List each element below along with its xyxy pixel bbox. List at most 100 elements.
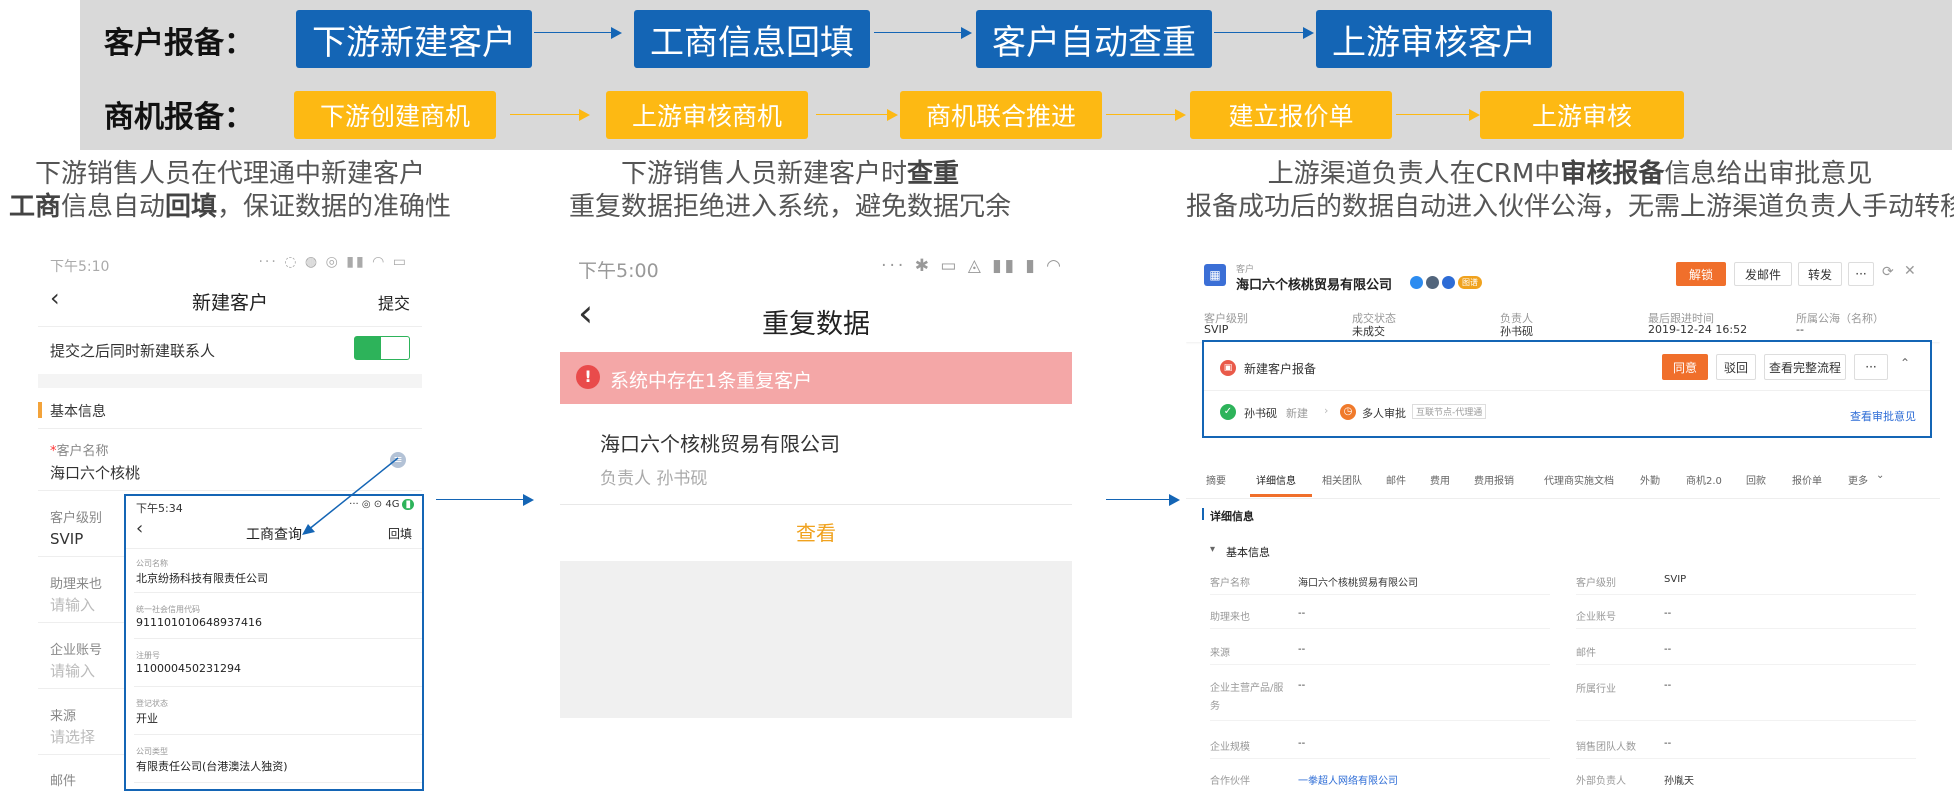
- info-label: 所属公海（名称）: [1796, 312, 1884, 325]
- level-value[interactable]: SVIP: [50, 530, 83, 548]
- tab-reimburse[interactable]: 费用报销: [1474, 472, 1514, 487]
- page-title: 重复数据: [762, 309, 870, 340]
- field-value: --: [1664, 644, 1672, 655]
- tab-agent-docs[interactable]: 代理商实施文档: [1544, 472, 1614, 487]
- duplicate-item[interactable]: 海口六个核桃贸易有限公司 负责人 孙书砚: [560, 404, 1072, 504]
- section-marker: [38, 402, 42, 418]
- tab-field[interactable]: 外勤: [1640, 472, 1660, 487]
- duplicate-alert: ! 系统中存在1条重复客户: [560, 352, 1072, 404]
- field-label: 外部负责人: [1576, 776, 1626, 787]
- chevron-down-icon[interactable]: ⌄: [1876, 470, 1884, 481]
- approval-box: ▣ 新建客户报备 同意 驳回 查看完整流程 ··· ⌃ ✓ 孙书砚 新建 › ◷…: [1202, 340, 1932, 438]
- step2-name: 多人审批: [1362, 407, 1406, 420]
- desc-col2: 下游销售人员新建客户时查重 重复数据拒绝进入系统，避免数据冗余: [560, 158, 1020, 224]
- reject-button[interactable]: 驳回: [1716, 354, 1756, 380]
- field-label: 登记状态: [136, 699, 168, 708]
- field-label: 公司类型: [136, 747, 168, 756]
- field-value: 开业: [136, 712, 158, 725]
- check-icon: ✓: [1220, 404, 1236, 420]
- field-label: 邮件: [1576, 648, 1596, 659]
- owner-name: 孙书砚: [656, 469, 708, 489]
- step-review-opportunity: 上游审核商机: [606, 91, 808, 139]
- field-label: 企业账号: [1576, 612, 1616, 623]
- assist-input[interactable]: 请输入: [50, 594, 95, 615]
- tab-payment[interactable]: 回款: [1746, 472, 1766, 487]
- more-button[interactable]: ···: [1848, 262, 1874, 286]
- partner-link[interactable]: 一拳超人网络有限公司: [1298, 772, 1398, 787]
- account-input[interactable]: 请输入: [50, 660, 95, 681]
- desc-col3: 上游渠道负责人在CRM中审核报备信息给出审批意见 报备成功后的数据自动进入伙伴公…: [1186, 158, 1954, 224]
- field-value: --: [1664, 738, 1672, 749]
- contact-toggle[interactable]: [354, 336, 410, 360]
- close-icon[interactable]: ✕: [1904, 263, 1916, 279]
- step-joint-advance: 商机联合推进: [900, 91, 1102, 139]
- view-opinion-link[interactable]: 查看审批意见: [1850, 408, 1916, 424]
- approval-icon: ▣: [1220, 360, 1236, 376]
- info-value: 未成交: [1352, 325, 1385, 338]
- field-label: 企业规模: [1210, 742, 1250, 753]
- connector-arrow: [1106, 494, 1180, 506]
- desc-col2-bold-b: 查重: [907, 159, 960, 189]
- field-label: 销售团队人数: [1576, 742, 1636, 753]
- name-value[interactable]: 海口六个核桃: [50, 462, 140, 483]
- tab-bar: 摘要 详细信息 相关团队 邮件 费用 费用报销 代理商实施文档 外勤 商机2.0…: [1186, 458, 1940, 499]
- tab-more[interactable]: 更多: [1848, 472, 1868, 487]
- collapse-triangle-icon[interactable]: ▾: [1210, 544, 1215, 555]
- basic-title: 基本信息: [1226, 546, 1270, 559]
- field-label: 所属行业: [1576, 684, 1616, 695]
- tab-quote[interactable]: 报价单: [1792, 472, 1822, 487]
- field-value: 孙胤天: [1664, 776, 1694, 787]
- step1-name: 孙书砚: [1244, 407, 1277, 420]
- view-flow-button[interactable]: 查看完整流程: [1764, 354, 1846, 380]
- desc-col3-line2: 报备成功后的数据自动进入伙伴公海，无需上游渠道负责人手动转移: [1186, 192, 1954, 222]
- desc-col2-text-a: 下游销售人员新建客户时: [620, 159, 907, 189]
- desc-col1-bold-a: 工商: [8, 192, 61, 222]
- approval-more-button[interactable]: ···: [1854, 354, 1888, 380]
- tab-details[interactable]: 详细信息: [1256, 472, 1296, 487]
- step-auto-dedup: 客户自动查重: [976, 10, 1212, 68]
- tab-summary[interactable]: 摘要: [1206, 472, 1226, 487]
- field-label: 统一社会信用代码: [136, 605, 200, 614]
- detail-marker: [1202, 508, 1204, 520]
- info-value: SVIP: [1204, 323, 1229, 336]
- source-select[interactable]: 请选择: [50, 726, 95, 747]
- step-upstream-final: 上游审核: [1480, 91, 1684, 139]
- transfer-button[interactable]: 转发: [1798, 262, 1842, 286]
- step-quote: 建立报价单: [1190, 91, 1392, 139]
- tab-opportunity[interactable]: 商机2.0: [1686, 472, 1722, 487]
- row2-label: 商机报备：: [104, 100, 254, 135]
- tab-mail[interactable]: 邮件: [1386, 472, 1406, 487]
- graph-tag[interactable]: 图谱: [1458, 276, 1482, 289]
- agree-button[interactable]: 同意: [1662, 354, 1708, 380]
- desc-col1-bold-c: 回填: [165, 192, 218, 222]
- phone1-time: 下午5:10: [50, 259, 110, 275]
- crm-panel: ▦ 客户 海口六个核桃贸易有限公司 图谱 解锁 发邮件 转发 ··· ⟳ ✕ 客…: [1186, 250, 1940, 791]
- field-value: --: [1298, 608, 1306, 619]
- arrow: [1396, 109, 1480, 121]
- info-value: 2019-12-24 16:52: [1648, 323, 1748, 336]
- collapse-icon[interactable]: ⌃: [1900, 356, 1910, 370]
- customer-icon: ▦: [1204, 264, 1226, 286]
- field-value: 海口六个核桃贸易有限公司: [1298, 578, 1418, 589]
- alert-text: 系统中存在1条重复客户: [610, 370, 813, 392]
- field-label: 来源: [1210, 648, 1230, 659]
- desc-col1: 下游销售人员在代理通中新建客户 工商信息自动回填，保证数据的准确性: [0, 158, 460, 224]
- desc-col3-text-c: 信息给出审批意见: [1664, 159, 1873, 189]
- submit-button[interactable]: 提交: [378, 290, 410, 314]
- detail-title: 详细信息: [1210, 510, 1254, 523]
- field-label: 助理来也: [1210, 612, 1250, 623]
- view-button[interactable]: 查看: [560, 505, 1072, 561]
- company-name: 海口六个核桃贸易有限公司: [600, 432, 840, 456]
- approval-title: 新建客户报备: [1244, 362, 1317, 376]
- step2-tag: 互联节点-代理通: [1412, 404, 1487, 419]
- badge-icon: [1410, 276, 1423, 289]
- send-mail-button[interactable]: 发邮件: [1734, 262, 1792, 286]
- tab-expense[interactable]: 费用: [1430, 472, 1450, 487]
- desc-col1-text-b: 信息自动: [60, 192, 165, 222]
- tab-team[interactable]: 相关团队: [1322, 472, 1362, 487]
- refresh-icon[interactable]: ⟳: [1882, 264, 1894, 280]
- unlock-button[interactable]: 解锁: [1676, 262, 1726, 286]
- desc-col1-text-d: ，保证数据的准确性: [217, 192, 452, 222]
- field-value: --: [1664, 608, 1672, 619]
- info-value: 孙书砚: [1500, 325, 1533, 338]
